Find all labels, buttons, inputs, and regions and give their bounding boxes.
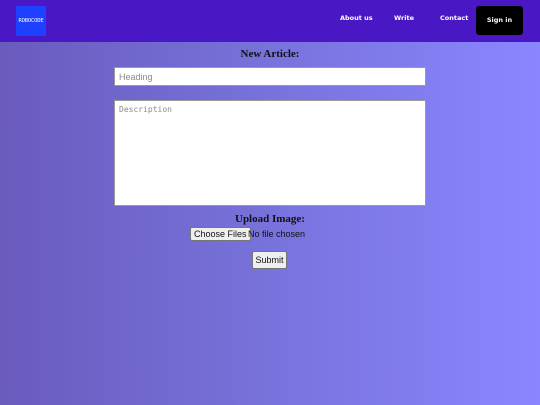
choose-files-button[interactable]: Choose Files: [190, 227, 251, 241]
upload-image-label: Upload Image:: [235, 213, 305, 225]
navbar: ROBOCODE About us Write Contact Sign in: [0, 0, 540, 42]
logo[interactable]: ROBOCODE: [16, 6, 46, 36]
nav-link-contact[interactable]: Contact: [440, 14, 468, 22]
file-status-text: No file chosen: [248, 229, 306, 239]
description-textarea[interactable]: [114, 100, 426, 206]
sign-in-button[interactable]: Sign in: [476, 6, 523, 35]
heading-input[interactable]: [114, 67, 426, 86]
form-title: New Article:: [240, 48, 300, 60]
nav-link-about-us[interactable]: About us: [340, 14, 373, 22]
nav-link-write[interactable]: Write: [394, 14, 414, 22]
submit-button[interactable]: Submit: [252, 251, 287, 269]
